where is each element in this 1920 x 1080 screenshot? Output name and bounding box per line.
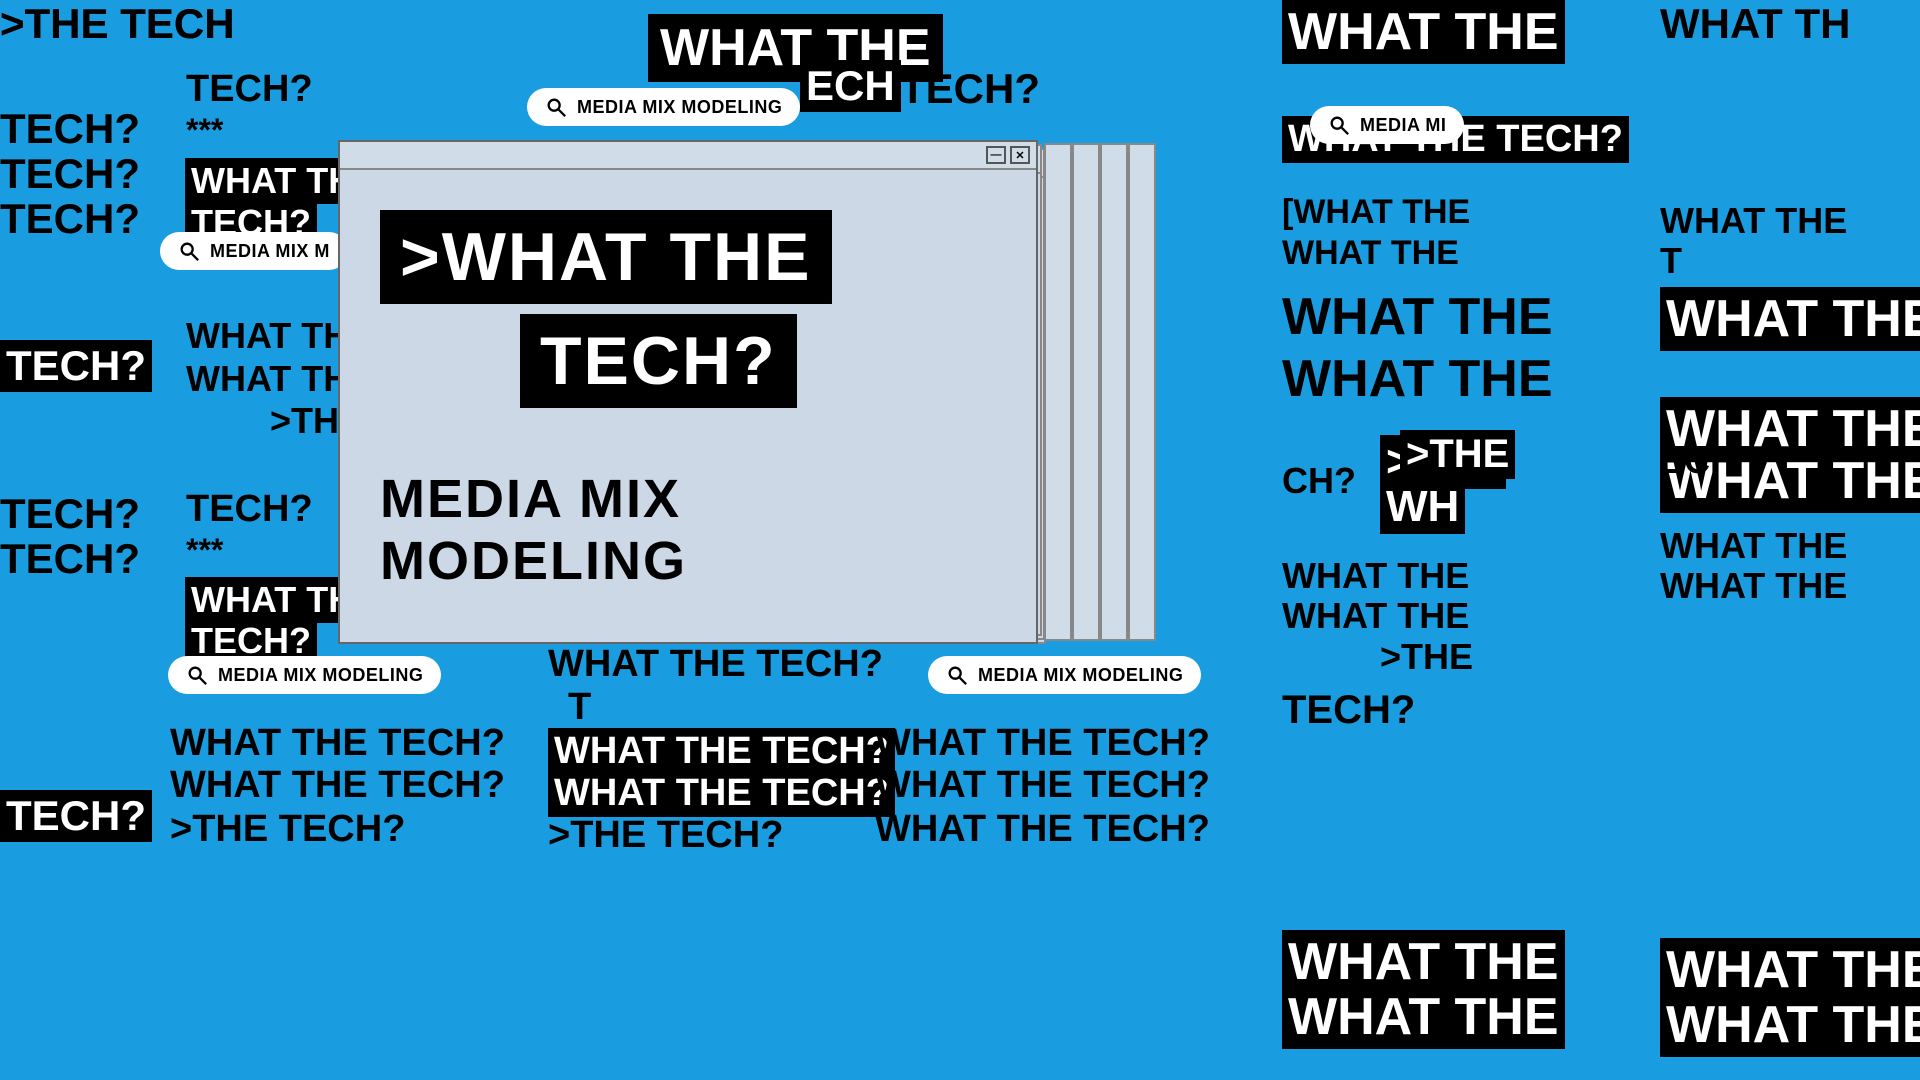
bg-text: *** (186, 532, 223, 569)
search-icon (545, 96, 567, 118)
bg-text-highlight: ECH (800, 60, 901, 112)
bg-text: TECH? (0, 490, 140, 538)
title-line2: TECH? (520, 314, 797, 408)
extra-frame-6 (1100, 143, 1128, 641)
bg-text: WHAT THE TECH? (170, 764, 505, 807)
bg-text: WHAT THE TECH? (548, 770, 895, 817)
search-bar-top-center[interactable]: MEDIA MIX MODELING (527, 88, 800, 126)
bg-text: [WHAT THE (1282, 193, 1470, 232)
bg-text: CH? (1282, 460, 1356, 502)
bg-text: WHAT TH (186, 358, 349, 400)
bg-text: >TH (270, 400, 339, 442)
bg-text: TECH? (186, 68, 313, 111)
bg-text: >THE TECH (0, 0, 235, 48)
window-content: >WHAT THE TECH? MEDIA MIX MODELING (340, 170, 1036, 642)
search-bar-bottom-left[interactable]: MEDIA MIX MODELING (168, 656, 441, 694)
bg-text: TECH? (900, 65, 1040, 113)
bg-text: WHAT THE (1282, 349, 1553, 409)
bg-text: WHAT THE TECH? (875, 808, 1210, 851)
search-icon (946, 664, 968, 686)
bg-text: WHAT THE (1282, 0, 1565, 64)
bg-text: >THE TECH? (548, 814, 783, 857)
main-titlebar: — ✕ (340, 142, 1036, 170)
main-subtitle: MEDIA MIX MODELING (380, 468, 996, 592)
bg-text: T (1660, 240, 1682, 282)
bg-text: WHAT TH (1660, 0, 1851, 48)
minimize-btn[interactable]: — (986, 146, 1006, 164)
bg-text: TECH? (1282, 688, 1415, 733)
search-icon (178, 240, 200, 262)
bg-text: >THE (1380, 636, 1473, 678)
search-icon (1328, 114, 1350, 136)
bg-text: WHAT THE (1282, 234, 1459, 273)
bg-text: ECH (1660, 440, 1736, 482)
extra-frame-4 (1044, 143, 1072, 641)
bg-text: WHAT THE (1282, 595, 1469, 637)
bg-text: WHAT THE (1282, 287, 1553, 347)
search-bar-right[interactable]: MEDIA MI (1310, 106, 1464, 144)
search-bar-text: MEDIA MIX MODELING (218, 665, 423, 686)
bg-text: TECH? (0, 340, 152, 392)
bg-text: TECH? (0, 790, 152, 842)
search-bar-text: MEDIA MIX MODELING (978, 665, 1183, 686)
bg-text: WHAT THE TECH? (170, 722, 505, 765)
bg-text: WHAT THE (1660, 287, 1920, 351)
bg-text: TECH? (0, 535, 140, 583)
bg-text: WHAT TH (185, 158, 360, 204)
bg-text: WHAT THE (1660, 525, 1847, 567)
bg-text: WH (1380, 480, 1465, 534)
search-bar-left-mid[interactable]: MEDIA MIX M (160, 232, 348, 270)
bg-text: *** (186, 112, 223, 149)
search-bar-text: MEDIA MIX MODELING (577, 97, 782, 118)
bg-text: WHAT THE (1660, 993, 1920, 1057)
search-bar-bottom-center[interactable]: MEDIA MIX MODELING (928, 656, 1201, 694)
search-bar-text: MEDIA MIX M (210, 241, 330, 262)
bg-text: WHAT THE TECH? (548, 643, 883, 686)
extra-frame-5 (1072, 143, 1100, 641)
bg-text: TECH? (0, 150, 140, 198)
main-window: — ✕ >WHAT THE TECH? MEDIA MIX MODELING (338, 140, 1038, 644)
bg-text: WHAT THE (1660, 565, 1847, 607)
bg-text: WHAT TH (186, 315, 349, 357)
bg-text: WHAT THE TECH? (548, 728, 895, 775)
search-icon (186, 664, 208, 686)
bg-text: WHAT THE (1282, 985, 1565, 1049)
bg-text: WHAT THE (1660, 200, 1847, 242)
bg-text: WHAT TH (185, 577, 360, 623)
bg-text: WHAT THE TECH? (875, 722, 1210, 765)
bg-text: >THE (1400, 430, 1515, 479)
search-bar-text: MEDIA MI (1360, 115, 1446, 136)
bg-text: WHAT THE TECH? (875, 764, 1210, 807)
bg-text: TECH? (0, 195, 140, 243)
bg-text: TECH? (0, 105, 140, 153)
close-btn[interactable]: ✕ (1010, 146, 1030, 164)
extra-frame-7 (1128, 143, 1156, 641)
bg-text: >THE TECH? (170, 808, 405, 851)
bg-text: TECH? (186, 488, 313, 531)
title-line1: >WHAT THE (380, 210, 832, 304)
bg-text: WHAT THE (1282, 555, 1469, 597)
bg-text: T (568, 686, 591, 729)
